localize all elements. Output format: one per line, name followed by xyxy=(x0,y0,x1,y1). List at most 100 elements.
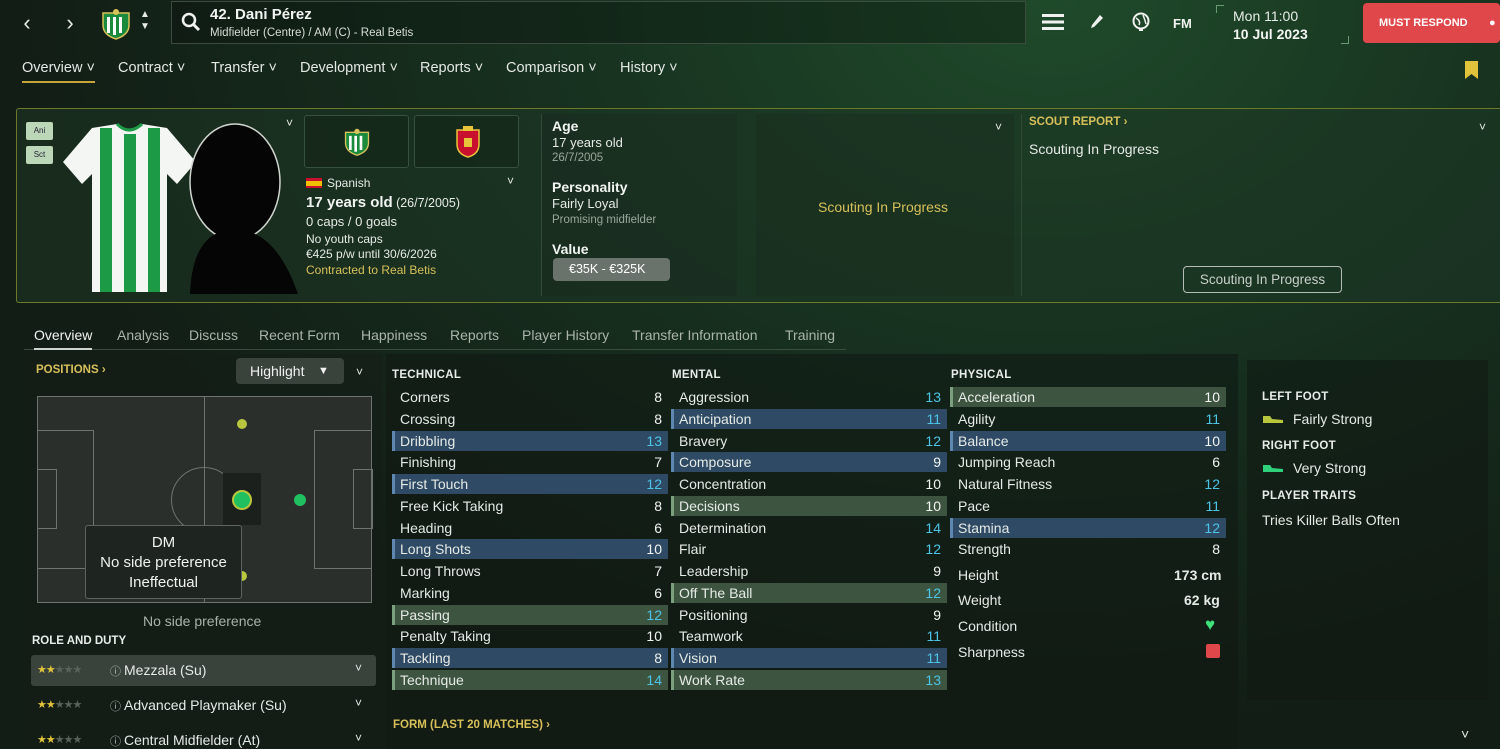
scouting-progress-button[interactable]: Scouting In Progress xyxy=(1183,266,1342,293)
positions-chevron-icon[interactable]: ˅ xyxy=(356,365,363,379)
attribute-row[interactable]: Flair 12 xyxy=(671,539,947,559)
tab-happiness[interactable]: Happiness xyxy=(361,327,427,343)
nav-transfer[interactable]: Transfer ˅ xyxy=(211,60,277,76)
search-icon[interactable] xyxy=(181,12,201,32)
attribute-row[interactable]: Long Throws 7 xyxy=(392,561,668,581)
nav-history[interactable]: History ˅ xyxy=(620,60,678,76)
position-dot[interactable] xyxy=(237,419,247,429)
form-chevron-icon[interactable]: ˅ xyxy=(1461,726,1469,742)
attribute-row[interactable]: Stamina 12 xyxy=(950,517,1226,538)
attribute-row[interactable]: Heading 6 xyxy=(392,518,668,538)
attribute-row[interactable]: Crossing 8 xyxy=(392,409,668,429)
tab-reports[interactable]: Reports xyxy=(450,327,499,343)
attribute-value: 14 xyxy=(646,671,662,688)
attribute-row[interactable]: Leadership 9 xyxy=(671,561,947,581)
nav-comparison[interactable]: Comparison ˅ xyxy=(506,60,597,76)
tab-player-history[interactable]: Player History xyxy=(522,327,609,343)
attribute-row[interactable]: Aggression 13 xyxy=(671,387,947,407)
attribute-row[interactable]: Natural Fitness 12 xyxy=(950,474,1226,494)
tab-discuss[interactable]: Discuss xyxy=(189,327,238,343)
attribute-row[interactable]: Acceleration 10 xyxy=(950,387,1226,407)
sct-button[interactable]: Sct xyxy=(26,146,53,164)
attribute-row[interactable]: Anticipation 11 xyxy=(671,408,947,429)
fm-logo-button[interactable]: FM xyxy=(1173,16,1192,31)
attribute-row[interactable]: Strength 8 xyxy=(950,539,1226,559)
attribute-row[interactable]: Decisions 10 xyxy=(671,495,947,516)
forward-arrow-icon[interactable]: › xyxy=(56,10,84,38)
club-crest-icon[interactable] xyxy=(99,7,133,41)
menu-icon[interactable] xyxy=(1042,13,1064,31)
scout-report-title: SCOUT REPORT xyxy=(1029,116,1121,128)
scouting-chevron-icon[interactable]: ˅ xyxy=(995,120,1002,134)
attribute-row[interactable]: Determination 14 xyxy=(671,518,947,538)
nationality-chevron-icon[interactable]: ˅ xyxy=(507,174,514,188)
attribute-row[interactable]: Passing 12 xyxy=(392,604,668,625)
role-item[interactable]: ★★★★★ ⓘ Advanced Playmaker (Su) ˅ xyxy=(31,690,376,721)
role-name: Central Midfielder (At) xyxy=(124,732,261,748)
attribute-value: 6 xyxy=(654,584,662,601)
attribute-row[interactable]: Bravery 12 xyxy=(671,431,947,451)
attribute-row[interactable]: Free Kick Taking 8 xyxy=(392,496,668,516)
attribute-row[interactable]: Pace 11 xyxy=(950,496,1226,516)
role-duty-title: ROLE AND DUTY xyxy=(32,635,127,647)
contracted-to[interactable]: Contracted to Real Betis xyxy=(306,263,436,277)
highlight-dropdown[interactable]: Highlight ▼ xyxy=(236,358,344,384)
tab-analysis[interactable]: Analysis xyxy=(117,327,169,343)
attribute-row[interactable]: Technique 14 xyxy=(392,669,668,690)
bookmark-icon[interactable] xyxy=(1464,60,1479,80)
attribute-row[interactable]: Teamwork 11 xyxy=(671,626,947,646)
attribute-row[interactable]: Positioning 9 xyxy=(671,605,947,625)
role-item[interactable]: ★★★★★ ⓘ Mezzala (Su) ˅ xyxy=(31,655,376,686)
attribute-row[interactable]: Concentration 10 xyxy=(671,474,947,494)
positions-link[interactable]: POSITIONS › xyxy=(36,364,106,376)
attribute-row[interactable]: Balance 10 xyxy=(950,430,1226,451)
national-team-badge-box[interactable] xyxy=(414,115,519,168)
attribute-row[interactable]: First Touch 12 xyxy=(392,474,668,494)
back-arrow-icon[interactable]: ‹ xyxy=(13,10,41,38)
tooltip-rating: Ineffectual xyxy=(129,574,198,591)
attribute-row[interactable]: Corners 8 xyxy=(392,387,668,407)
nav-contract[interactable]: Contract ˅ xyxy=(118,60,185,76)
club-badge-box[interactable] xyxy=(304,115,409,168)
must-respond-button[interactable]: MUST RESPOND ● xyxy=(1363,3,1500,43)
nav-reports[interactable]: Reports ˅ xyxy=(420,60,483,76)
attribute-value: 12 xyxy=(1204,476,1220,492)
attribute-value: 10 xyxy=(925,476,941,492)
attribute-row[interactable]: Vision 11 xyxy=(671,648,947,668)
attribute-row[interactable]: Penalty Taking 10 xyxy=(392,626,668,646)
attribute-row[interactable]: Agility 11 xyxy=(950,409,1226,429)
attribute-value: 8 xyxy=(654,497,662,514)
tab-transfer-information[interactable]: Transfer Information xyxy=(632,327,758,343)
personality-subtitle: Promising midfielder xyxy=(552,214,657,226)
attribute-name: Work Rate xyxy=(679,671,745,688)
value-range-pill[interactable]: €35K - €325K xyxy=(553,258,670,281)
attribute-row[interactable]: Composure 9 xyxy=(671,452,947,473)
attribute-row[interactable]: Tackling 8 xyxy=(392,648,668,668)
globe-icon[interactable] xyxy=(1131,12,1151,32)
attribute-row[interactable]: Dribbling 13 xyxy=(392,430,668,451)
club-switch-chevrons-icon[interactable]: ▲ ▼ xyxy=(140,9,150,33)
nav-development[interactable]: Development ˅ xyxy=(300,60,398,76)
attribute-name: Acceleration xyxy=(958,389,1036,405)
photo-options-chevron-icon[interactable]: ˅ xyxy=(286,116,293,130)
attribute-row[interactable]: Finishing 7 xyxy=(392,452,668,472)
scout-report-chevron-icon[interactable]: ˅ xyxy=(1479,120,1486,134)
scout-report-link[interactable]: SCOUT REPORT › xyxy=(1029,116,1127,128)
tab-recent-form[interactable]: Recent Form xyxy=(259,327,340,343)
position-dot[interactable] xyxy=(294,494,306,506)
role-item[interactable]: ★★★★★ ⓘ Central Midfielder (At) ˅ xyxy=(31,725,376,749)
attribute-row[interactable]: Long Shots 10 xyxy=(392,539,668,560)
form-link[interactable]: FORM (LAST 20 MATCHES) › xyxy=(393,719,550,731)
player-title: 42. Dani Pérez xyxy=(210,6,312,23)
age-value: 17 years old xyxy=(552,135,623,150)
attribute-row[interactable]: Off The Ball 12 xyxy=(671,582,947,603)
tab-overview[interactable]: Overview xyxy=(34,327,93,350)
tab-training[interactable]: Training xyxy=(785,327,835,343)
attribute-row[interactable]: Marking 6 xyxy=(392,583,668,603)
edit-pencil-icon[interactable] xyxy=(1090,14,1104,30)
ani-button[interactable]: Ani xyxy=(26,122,53,140)
attribute-row[interactable]: Jumping Reach 6 xyxy=(950,452,1226,472)
position-dot-natural[interactable] xyxy=(232,490,252,510)
attribute-row[interactable]: Work Rate 13 xyxy=(671,669,947,690)
nav-overview[interactable]: Overview ˅ xyxy=(22,60,95,83)
